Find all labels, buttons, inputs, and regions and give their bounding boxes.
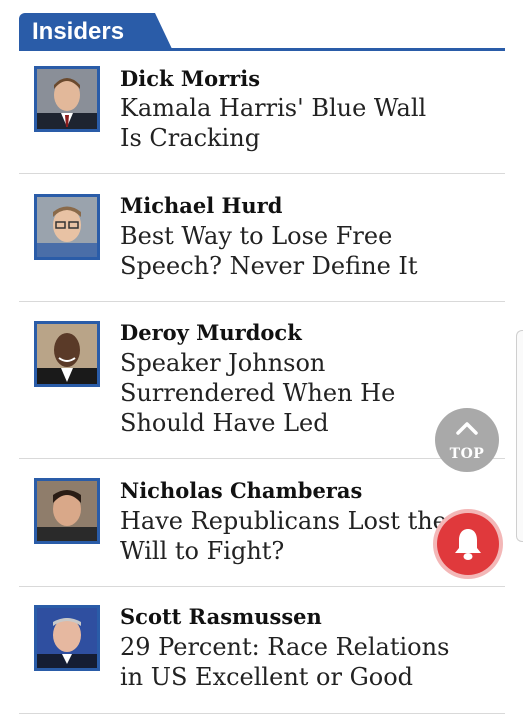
bell-icon xyxy=(455,529,481,560)
author-photo[interactable] xyxy=(34,478,100,544)
section-tab: Insiders xyxy=(19,13,173,51)
article-item[interactable]: Dick Morris Kamala Harris' Blue Wall Is … xyxy=(19,52,505,174)
article-item[interactable]: Deroy Murdock Speaker Johnson Surrendere… xyxy=(19,302,505,459)
article-headline[interactable]: Speaker Johnson Surrendered When He Shou… xyxy=(120,348,450,438)
article-headline[interactable]: Have Republicans Lost the Will to Fight? xyxy=(120,506,460,566)
back-to-top-button[interactable]: TOP xyxy=(435,408,499,472)
chevron-up-icon xyxy=(456,422,478,435)
author-name[interactable]: Nicholas Chamberas xyxy=(120,478,362,504)
notification-button[interactable] xyxy=(437,513,499,575)
author-photo[interactable] xyxy=(34,66,100,132)
author-photo[interactable] xyxy=(34,605,100,671)
author-name[interactable]: Michael Hurd xyxy=(120,193,282,219)
author-name[interactable]: Deroy Murdock xyxy=(120,320,302,346)
author-photo[interactable] xyxy=(34,194,100,260)
author-photo[interactable] xyxy=(34,321,100,387)
article-headline[interactable]: 29 Percent: Race Relations in US Excelle… xyxy=(120,632,450,692)
back-to-top-label: TOP xyxy=(449,446,485,462)
author-name[interactable]: Scott Rasmussen xyxy=(120,604,322,630)
section-header: Insiders xyxy=(19,13,505,51)
section-title: Insiders xyxy=(32,18,125,45)
article-item[interactable]: Scott Rasmussen 29 Percent: Race Relatio… xyxy=(19,587,505,714)
article-item[interactable]: Nicholas Chamberas Have Republicans Lost… xyxy=(19,459,505,587)
article-item[interactable]: Michael Hurd Best Way to Lose Free Speec… xyxy=(19,174,505,302)
section-divider xyxy=(19,48,505,51)
article-headline[interactable]: Kamala Harris' Blue Wall Is Cracking xyxy=(120,93,450,153)
article-headline[interactable]: Best Way to Lose Free Speech? Never Defi… xyxy=(120,221,450,281)
author-name[interactable]: Dick Morris xyxy=(120,66,260,92)
side-scroll-handle[interactable] xyxy=(516,330,523,542)
